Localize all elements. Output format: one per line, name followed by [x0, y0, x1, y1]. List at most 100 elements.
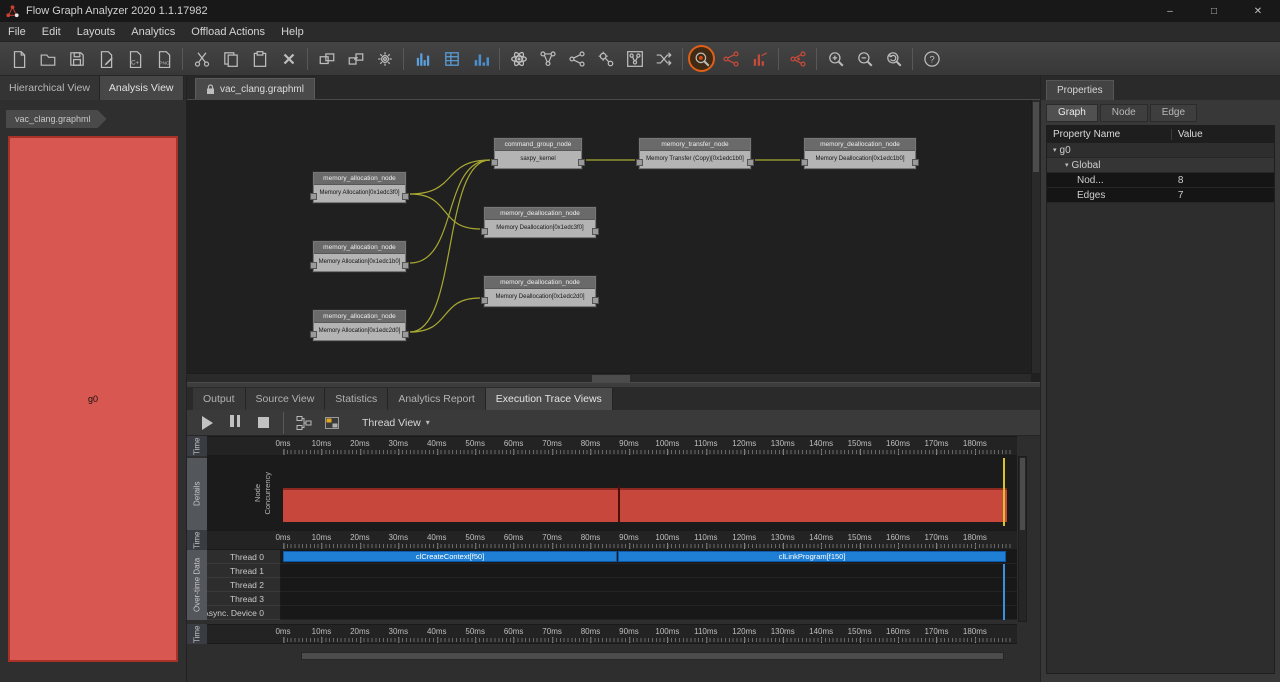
copy-button[interactable]	[217, 45, 244, 72]
graph-node-dealloc2[interactable]: memory_deallocation_nodeMemory Deallocat…	[484, 207, 596, 238]
tab-execution-trace-views[interactable]: Execution Trace Views	[486, 388, 613, 410]
zoom-reset-button[interactable]	[880, 45, 907, 72]
preferences-button[interactable]	[371, 45, 398, 72]
graph-node-dealloc3[interactable]: memory_deallocation_nodeMemory Deallocat…	[484, 276, 596, 307]
zoom-out-button[interactable]	[851, 45, 878, 72]
scrollbar-handle[interactable]	[1020, 458, 1025, 530]
delete-button[interactable]	[275, 45, 302, 72]
report-table-button[interactable]	[438, 45, 465, 72]
toolbar-separator	[307, 48, 308, 70]
thread-row: Thread 2	[207, 578, 1017, 592]
tab-statistics[interactable]: Statistics	[325, 388, 388, 410]
topology-button[interactable]	[505, 45, 532, 72]
tab-analytics-report[interactable]: Analytics Report	[388, 388, 485, 410]
timeline-side-tab-time[interactable]: Time	[187, 530, 207, 550]
tab-output[interactable]: Output	[193, 388, 246, 410]
help-button[interactable]: ?	[918, 45, 945, 72]
menu-file[interactable]: File	[0, 22, 34, 41]
bar-chart-button[interactable]	[467, 45, 494, 72]
tab-graph[interactable]: Graph	[1046, 104, 1098, 122]
new-file-button[interactable]	[5, 45, 32, 72]
view-selector-dropdown[interactable]: Thread View ▾	[356, 415, 436, 431]
pause-button[interactable]	[223, 412, 247, 434]
save-button[interactable]	[63, 45, 90, 72]
timeline-horizontal-scrollbar[interactable]	[301, 652, 1004, 660]
toolbar-separator	[682, 48, 683, 70]
menu-help[interactable]: Help	[273, 22, 312, 41]
timeline-side-tab-time[interactable]: Time	[187, 436, 207, 456]
menu-offload-actions[interactable]: Offload Actions	[183, 22, 273, 41]
open-file-button[interactable]	[34, 45, 61, 72]
thread-track[interactable]	[281, 592, 1017, 606]
property-row[interactable]: ▾Global	[1047, 158, 1274, 173]
thread-track[interactable]	[281, 578, 1017, 592]
menu-layouts[interactable]: Layouts	[69, 22, 124, 41]
critical-path-graph-button[interactable]	[717, 45, 744, 72]
graph-tree-button[interactable]	[534, 45, 561, 72]
property-row[interactable]: ▾g0	[1047, 143, 1274, 158]
graph-node-dealloc1[interactable]: memory_deallocation_nodeMemory Deallocat…	[804, 138, 916, 169]
expander-icon[interactable]: ▾	[1053, 146, 1057, 154]
document-tab[interactable]: vac_clang.graphml	[195, 78, 315, 99]
graph-tree-alt-button[interactable]	[563, 45, 590, 72]
ungroup-nodes-button[interactable]	[342, 45, 369, 72]
tab-source-view[interactable]: Source View	[246, 388, 326, 410]
thread-track[interactable]	[281, 564, 1017, 578]
canvas-vertical-scrollbar[interactable]	[1031, 100, 1040, 373]
canvas-horizontal-scrollbar[interactable]	[187, 373, 1031, 382]
tab-edge[interactable]: Edge	[1150, 104, 1197, 122]
graph-node-kernel[interactable]: command_group_nodesaxpy_kernel	[494, 138, 582, 169]
stop-button[interactable]	[251, 412, 275, 434]
menu-edit[interactable]: Edit	[34, 22, 69, 41]
graph-overview-minimap[interactable]: g0	[8, 136, 178, 662]
graph-node-title: memory_transfer_node	[640, 139, 750, 151]
critical-path-chart-button[interactable]	[746, 45, 773, 72]
property-row[interactable]: Nod...8	[1047, 173, 1274, 188]
critical-path-highlight-button[interactable]	[688, 45, 715, 72]
breadcrumb-graph-tag[interactable]: vac_clang.graphml	[6, 110, 107, 128]
graph-node-alloc1[interactable]: memory_allocation_nodeMemory Allocation[…	[313, 172, 406, 203]
crossing-paths-button[interactable]	[650, 45, 677, 72]
property-name: ▾Global	[1047, 160, 1172, 171]
minimize-button[interactable]: –	[1148, 0, 1192, 22]
graph-node-alloc3[interactable]: memory_allocation_nodeMemory Allocation[…	[313, 310, 406, 341]
timeline-side-tab-over-time-data[interactable]: Over-time Data	[187, 550, 207, 620]
tab-node[interactable]: Node	[1100, 104, 1148, 122]
trace-event[interactable]: clCreateContext[f50]	[283, 551, 617, 562]
color-map-button[interactable]	[320, 412, 344, 434]
group-nodes-button[interactable]	[313, 45, 340, 72]
export-png-button[interactable]: PNG	[150, 45, 177, 72]
maximize-button[interactable]: □	[1192, 0, 1236, 22]
node-concurrency-track[interactable]	[281, 456, 1017, 530]
timeline-side-tab-time[interactable]: Time	[187, 624, 207, 644]
graph-canvas[interactable]: memory_allocation_nodeMemory Allocation[…	[187, 100, 1040, 382]
graph-settings-button[interactable]	[592, 45, 619, 72]
properties-tab[interactable]: Properties	[1046, 80, 1114, 100]
zoom-in-button[interactable]	[822, 45, 849, 72]
play-button[interactable]	[195, 412, 219, 434]
subgraph-button[interactable]	[621, 45, 648, 72]
graph-node-transfer[interactable]: memory_transfer_nodeMemory Transfer (Cop…	[639, 138, 751, 169]
close-button[interactable]: ✕	[1236, 0, 1280, 22]
timeline-vertical-scrollbar[interactable]	[1018, 456, 1027, 622]
scrollbar-handle[interactable]	[302, 653, 1003, 659]
menu-analytics[interactable]: Analytics	[123, 22, 183, 41]
paste-button[interactable]	[246, 45, 273, 72]
edit-graph-button[interactable]	[92, 45, 119, 72]
expander-icon[interactable]: ▾	[1065, 161, 1069, 169]
ruler-tick: 130ms	[771, 627, 795, 636]
export-cpp-button[interactable]: C+	[121, 45, 148, 72]
thread-track[interactable]: clCreateContext[f50]clLinkProgram[f150]	[281, 550, 1017, 564]
trace-event[interactable]: clLinkProgram[f150]	[618, 551, 1006, 562]
tab-hierarchical-view[interactable]: Hierarchical View	[0, 76, 100, 100]
cut-button[interactable]	[188, 45, 215, 72]
graph-node-alloc2[interactable]: memory_allocation_nodeMemory Allocation[…	[313, 241, 406, 272]
property-row[interactable]: Edges7	[1047, 188, 1274, 203]
timeline-side-tab-details[interactable]: Details	[187, 458, 207, 530]
properties-table: Property Name Value ▾g0▾GlobalNod...8Edg…	[1046, 125, 1275, 674]
tab-analysis-view[interactable]: Analysis View	[100, 76, 184, 100]
statistics-chart-button[interactable]	[409, 45, 436, 72]
semantics-graph-button[interactable]	[784, 45, 811, 72]
group-view-button[interactable]	[292, 412, 316, 434]
thread-track[interactable]	[281, 606, 1017, 620]
